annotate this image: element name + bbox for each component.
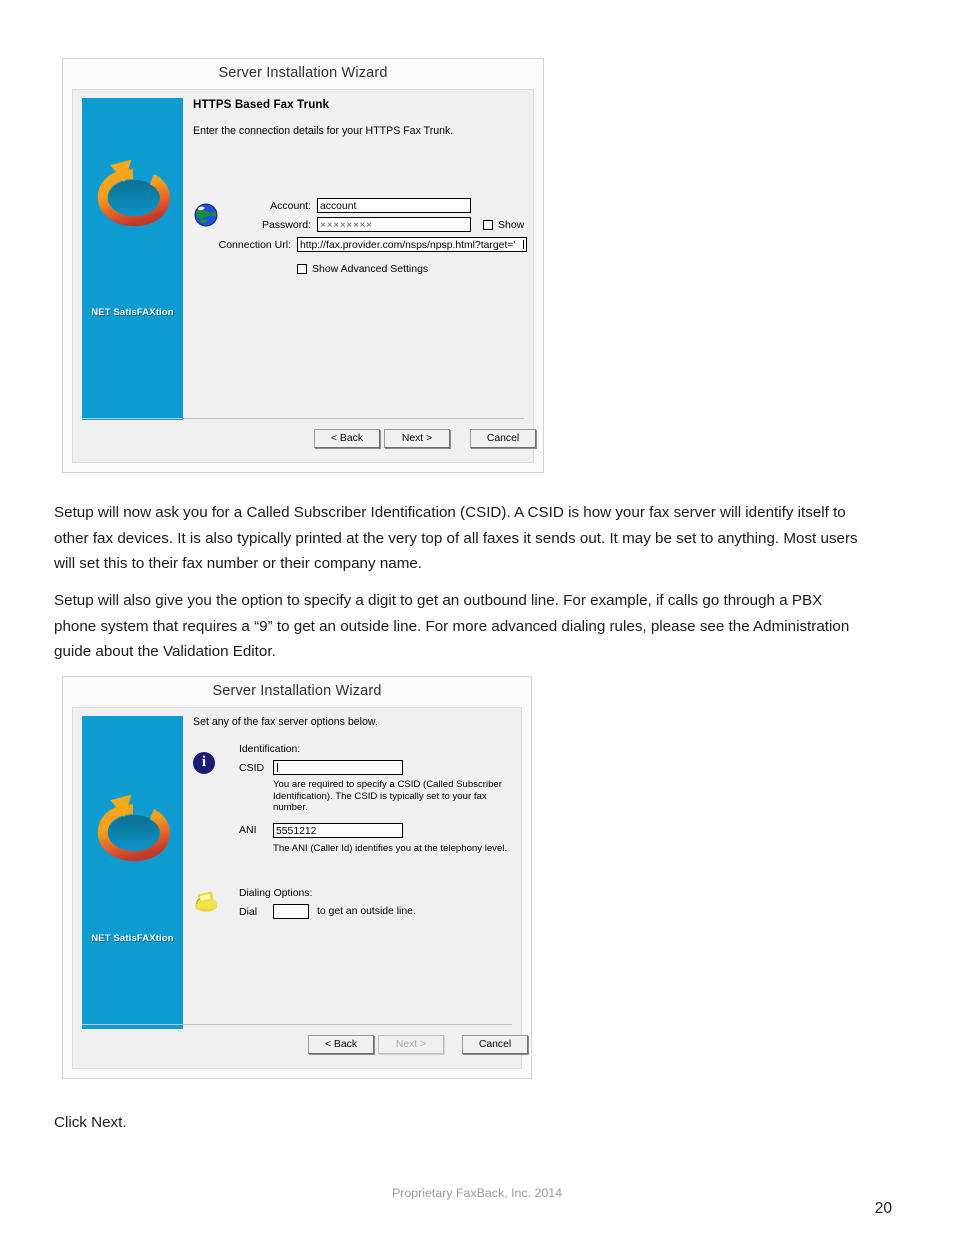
show-advanced-settings-row[interactable]: Show Advanced Settings [297,263,527,275]
brand-panel: NET SatisFAXtion [82,716,183,1029]
ani-label: ANI [239,824,257,836]
ani-input[interactable]: 5551212 [273,822,403,838]
info-icon [193,752,219,778]
csid-label: CSID [239,761,265,774]
server-installation-wizard-dialog-2: Server Installation Wizard NET SatisFAXt… [62,676,532,1079]
next-button: Next > [378,1035,444,1054]
dialog-body: NET SatisFAXtion HTTPS Based Fax Trunk E… [72,89,536,463]
connection-url-label: Connection Url: [218,238,291,251]
back-button[interactable]: < Back [308,1035,374,1054]
paragraph-outbound-digit: Setup will also give you the option to s… [54,592,850,660]
button-bar-divider [82,1024,512,1025]
show-advanced-settings-label: Show Advanced Settings [312,263,429,275]
account-input[interactable]: account [317,198,471,213]
net-satisfaxtion-logo-icon [97,794,170,862]
next-button[interactable]: Next > [384,429,450,448]
globe-icon [193,202,219,228]
identification-section: Identification: CSID You are required to… [193,744,515,854]
dialog-title: Server Installation Wizard [63,677,531,705]
dialog-body: NET SatisFAXtion Set any of the fax serv… [72,707,528,1069]
brand-name: NET SatisFAXtion [91,932,174,943]
step-description: Set any of the fax server options below. [193,716,378,728]
paragraph-csid-explanation: Setup will now ask you for a Called Subs… [54,504,858,572]
csid-field-row: CSID [239,760,515,775]
show-advanced-settings-checkbox[interactable] [297,264,307,274]
identification-section-label: Identification: [239,744,301,755]
csid-hint: You are required to specify a CSID (Call… [273,779,502,813]
brand-panel: NET SatisFAXtion [82,98,183,420]
cancel-button[interactable]: Cancel [462,1035,528,1054]
password-field-row: Password: ×××××××× Show [255,217,527,232]
account-field-row: Account: account [255,198,527,213]
step-heading: HTTPS Based Fax Trunk [193,98,330,111]
dialog-button-bar: < Back Next > Cancel [82,1024,528,1060]
connection-form: Account: account Password: ×××××××× Show… [193,198,527,275]
step-description: Enter the connection details for your HT… [193,125,454,137]
account-label: Account: [270,199,311,212]
show-password-label: Show [498,218,525,231]
show-password-checkbox-row[interactable]: Show [483,219,524,231]
ani-field-row: ANI 5551212 [239,822,515,838]
brand-name: NET SatisFAXtion [91,306,174,317]
ani-hint: The ANI (Caller Id) identifies you at th… [273,842,508,854]
connection-url-field-row: Connection Url: http://fax.provider.com/… [193,237,527,252]
wizard-content: HTTPS Based Fax Trunk Enter the connecti… [193,98,527,137]
show-password-checkbox[interactable] [483,219,493,230]
password-input[interactable]: ×××××××× [317,217,471,232]
net-satisfaxtion-logo-icon [97,159,170,227]
telephone-icon [193,888,219,914]
cancel-button[interactable]: Cancel [470,429,536,448]
dial-suffix-label: to get an outside line. [317,906,416,917]
dialing-section-label: Dialing Options: [239,888,313,899]
csid-input[interactable] [273,760,403,775]
button-bar-divider [82,418,524,419]
server-installation-wizard-dialog-1: Server Installation Wizard NET SatisFAXt… [62,58,544,473]
dialing-options-section: Dialing Options: Dial to get an outside … [193,888,515,923]
page-number: 20 [874,1200,892,1217]
paragraph-click-next: Click Next. [54,1114,127,1131]
dialog-button-bar: < Back Next > Cancel [82,418,536,454]
dialog-title: Server Installation Wizard [63,59,543,87]
password-label: Password: [261,218,311,231]
wizard-content: Set any of the fax server options below. [193,716,515,728]
dial-prefix-input[interactable] [273,904,309,919]
page-footer: Proprietary FaxBack, Inc. 2014 [391,1186,563,1200]
dial-prefix-row: Dial to get an outside line. [239,904,515,919]
connection-url-input[interactable]: http://fax.provider.com/nsps/npsp.html?t… [297,237,527,252]
back-button[interactable]: < Back [314,429,380,448]
dial-prefix-label: Dial [239,905,258,918]
